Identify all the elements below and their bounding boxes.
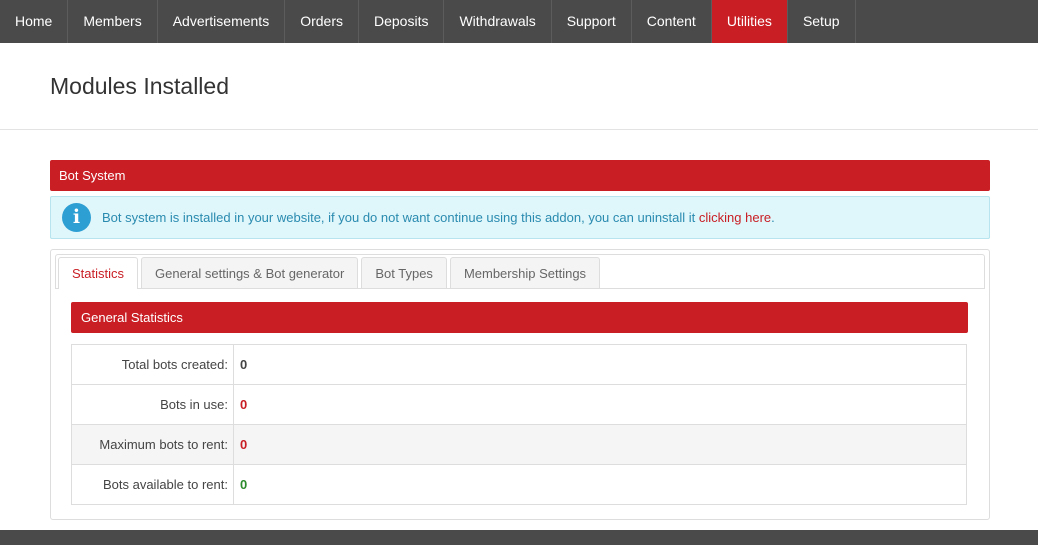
stat-value-max-bots-rent: 0 [233, 424, 967, 465]
info-icon: i [62, 203, 91, 232]
stat-value-bots-in-use: 0 [233, 384, 967, 425]
tab-statistics[interactable]: Statistics [58, 257, 139, 289]
nav-item-withdrawals[interactable]: Withdrawals [444, 0, 552, 43]
nav-item-content[interactable]: Content [632, 0, 712, 43]
nav-item-setup[interactable]: Setup [788, 0, 856, 43]
info-alert: i Bot system is installed in your websit… [50, 196, 990, 239]
general-statistics-title: General Statistics [71, 302, 968, 333]
alert-text: Bot system is installed in your website,… [102, 210, 699, 225]
stat-label-bots-available: Bots available to rent: [71, 464, 234, 505]
tab-bar: Statistics General settings & Bot genera… [55, 254, 985, 289]
stat-label-max-bots-rent: Maximum bots to rent: [71, 424, 234, 465]
page-header: Modules Installed [0, 43, 1038, 130]
tab-panel-statistics: General Statistics Total bots created: 0… [55, 289, 985, 505]
table-row: Total bots created: 0 [71, 344, 967, 385]
nav-item-advertisements[interactable]: Advertisements [158, 0, 286, 43]
footer-bar [0, 530, 1038, 545]
table-row: Bots available to rent: 0 [71, 464, 967, 505]
page-title: Modules Installed [50, 73, 229, 99]
tab-bot-types[interactable]: Bot Types [361, 257, 447, 288]
stat-label-total-bots: Total bots created: [71, 344, 234, 385]
table-row: Bots in use: 0 [71, 384, 967, 425]
nav-item-support[interactable]: Support [552, 0, 632, 43]
alert-suffix: . [771, 210, 775, 225]
stat-value-total-bots: 0 [233, 344, 967, 385]
stat-value-bots-available: 0 [233, 464, 967, 505]
statistics-table: Total bots created: 0 Bots in use: 0 Max… [71, 344, 967, 505]
table-row: Maximum bots to rent: 0 [71, 424, 967, 465]
alert-message: Bot system is installed in your website,… [102, 210, 775, 225]
uninstall-link[interactable]: clicking here [699, 210, 771, 225]
nav-item-orders[interactable]: Orders [285, 0, 359, 43]
nav-item-members[interactable]: Members [68, 0, 158, 43]
panel-title-bot-system: Bot System [50, 160, 990, 191]
nav-item-deposits[interactable]: Deposits [359, 0, 445, 43]
tab-membership-settings[interactable]: Membership Settings [449, 257, 601, 288]
tab-container: Statistics General settings & Bot genera… [50, 249, 990, 520]
tab-general-settings[interactable]: General settings & Bot generator [141, 257, 359, 288]
nav-item-utilities[interactable]: Utilities [711, 0, 788, 43]
nav-item-home[interactable]: Home [0, 0, 69, 43]
stat-label-bots-in-use: Bots in use: [71, 384, 234, 425]
main-content: Bot System i Bot system is installed in … [50, 160, 990, 520]
top-navigation: Home Members Advertisements Orders Depos… [0, 0, 1038, 43]
